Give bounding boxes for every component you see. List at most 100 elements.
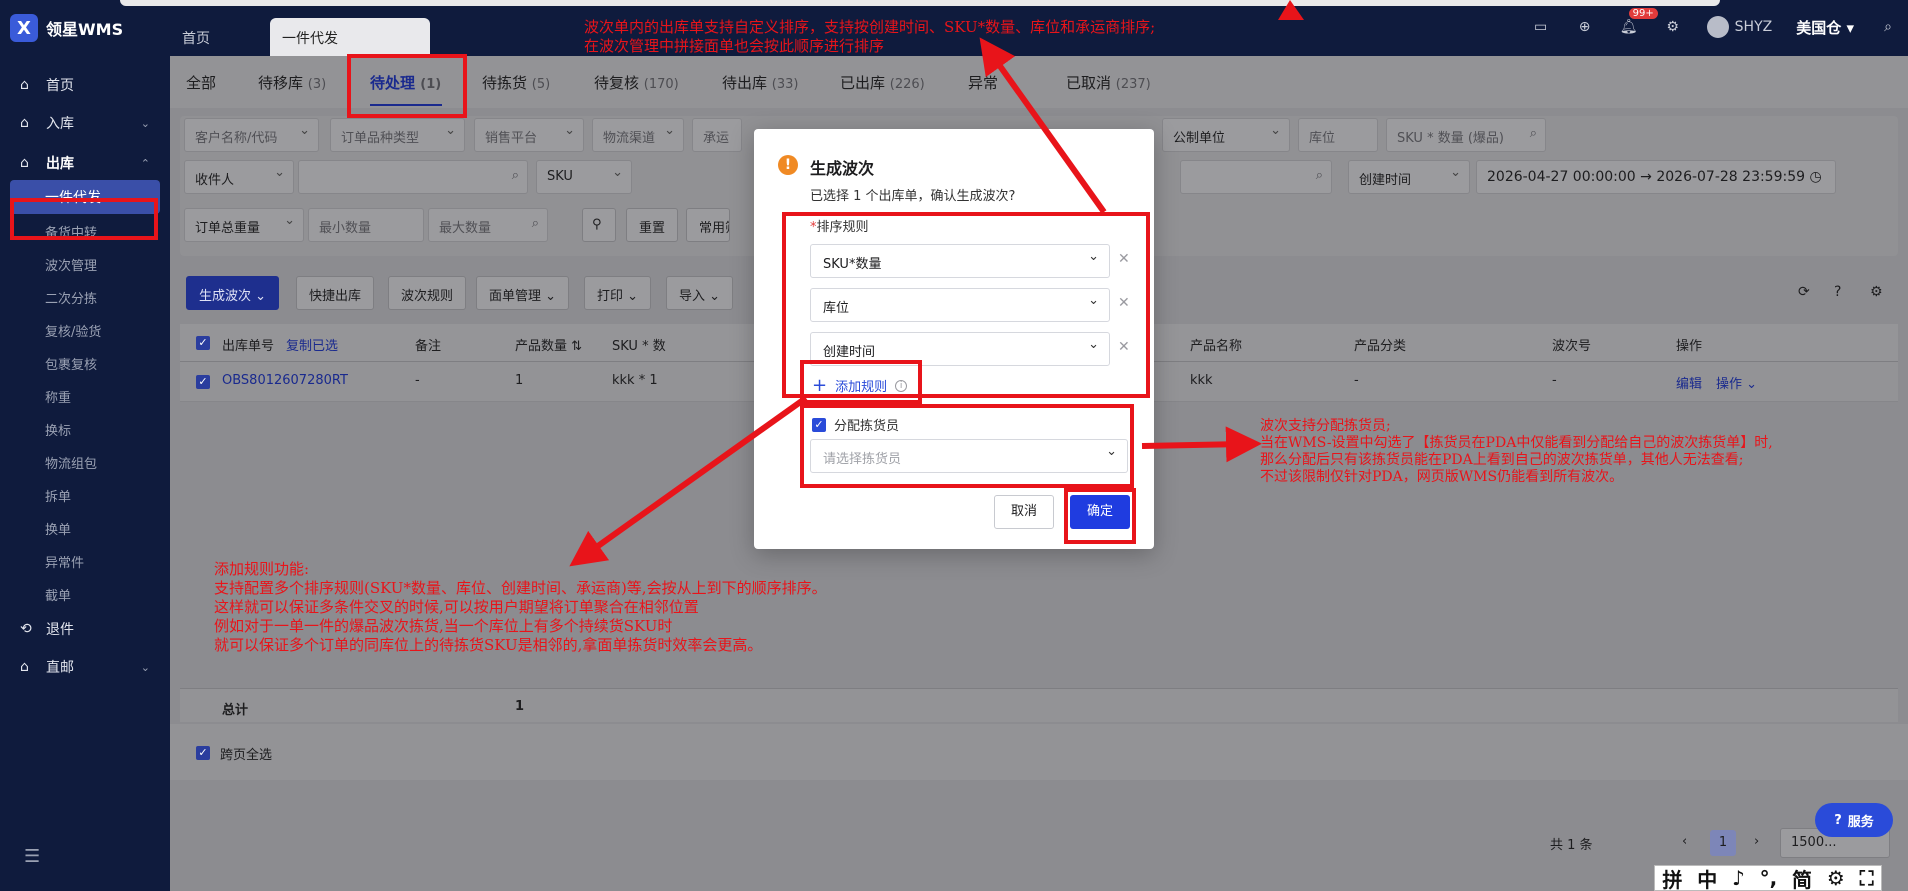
- sidebar-item-logistics-pack[interactable]: 物流组包: [0, 445, 170, 479]
- order-type-filter[interactable]: 订单品种类型: [330, 118, 465, 152]
- tab-label: 全部: [186, 74, 217, 92]
- sort-icon[interactable]: ⇅: [571, 339, 582, 354]
- tab-exception[interactable]: 异常: [968, 72, 998, 93]
- sku-qty-placeholder: SKU * 数量 (爆品): [1397, 131, 1504, 146]
- ime-chinese-icon[interactable]: 中: [1697, 864, 1717, 891]
- ime-moon-icon[interactable]: ♪: [1732, 866, 1745, 890]
- wave-rules-button[interactable]: 波次规则: [388, 276, 467, 310]
- sidebar-item-split[interactable]: 拆单: [0, 478, 170, 512]
- search-icon[interactable]: ⌕: [512, 168, 519, 183]
- sidebar-item-wave-mgmt[interactable]: 波次管理: [0, 247, 170, 281]
- gear-icon[interactable]: ⚙: [1663, 17, 1683, 37]
- reset-button[interactable]: 重置: [626, 208, 679, 242]
- ops-menu[interactable]: 操作 ⌄: [1716, 373, 1757, 392]
- ime-expand-icon[interactable]: ⛶: [1860, 866, 1874, 890]
- sidebar-item-direct-mail[interactable]: ⌂ 直邮 ⌄: [0, 650, 170, 684]
- sidebar-item-secondary-sort[interactable]: 二次分拣: [0, 280, 170, 314]
- col-qty[interactable]: 产品数量 ⇅: [515, 335, 582, 354]
- edit-link[interactable]: 编辑: [1676, 373, 1702, 392]
- select-all-checkbox[interactable]: ✓: [196, 336, 210, 350]
- generate-wave-button[interactable]: 生成波次 ⌄: [186, 276, 280, 310]
- recipient-input[interactable]: ⌕: [298, 160, 528, 194]
- sidebar-item-outbound[interactable]: ⌂ 出库 ⌃: [0, 146, 170, 180]
- warehouse-label: 美国仓: [1796, 18, 1842, 37]
- tab-to-ship[interactable]: 待出库 (33): [722, 72, 798, 93]
- sidebar-item-relabel[interactable]: 换标: [0, 412, 170, 446]
- time-type-filter[interactable]: 创建时间: [1348, 160, 1470, 194]
- user-menu[interactable]: SHYZ: [1706, 16, 1772, 38]
- sidebar-item-review[interactable]: 复核/验货: [0, 313, 170, 347]
- label-mgmt-label: 面单管理: [489, 289, 542, 304]
- label-mgmt-button[interactable]: 面单管理 ⌄: [476, 276, 570, 310]
- download-icon[interactable]: ⊕: [1575, 17, 1595, 37]
- tab-cancelled[interactable]: 已取消 (237): [1066, 72, 1151, 93]
- location-filter[interactable]: 库位: [1298, 118, 1378, 152]
- search-icon[interactable]: ⌕: [532, 216, 539, 231]
- common-filters-button[interactable]: 常用筛: [686, 208, 730, 242]
- filter-icon[interactable]: ⚲: [582, 208, 616, 242]
- search-icon[interactable]: ⌕: [1316, 168, 1323, 183]
- bell-icon[interactable]: 🔔︎ 99+: [1619, 8, 1658, 37]
- sidebar-item-home[interactable]: ⌂ 首页: [0, 68, 170, 102]
- tab-shipped[interactable]: 已出库 (226): [840, 72, 925, 93]
- cross-page-checkbox[interactable]: ✓: [196, 746, 210, 760]
- tab-to-review[interactable]: 待复核 (170): [594, 72, 679, 93]
- import-button[interactable]: 导入 ⌄: [666, 276, 734, 310]
- sidebar-item-returns[interactable]: ⟲ 退件: [0, 612, 170, 646]
- tab-dropship[interactable]: 一件代发: [270, 18, 430, 56]
- copy-selected-link[interactable]: 复制已选: [286, 335, 338, 354]
- settings-icon[interactable]: ⚙: [1870, 284, 1883, 300]
- order-no-link[interactable]: OBS8012607280RT: [222, 373, 348, 388]
- max-qty-placeholder: 最大数量: [439, 221, 492, 236]
- tab-pending-move[interactable]: 待移库 (3): [258, 72, 326, 93]
- return-icon: ⟲: [20, 621, 32, 637]
- sku-qty-filter[interactable]: SKU * 数量 (爆品) ⌕: [1386, 118, 1546, 152]
- search-icon[interactable]: ⌕: [1530, 126, 1537, 141]
- sidebar-item-intercept[interactable]: 截单: [0, 577, 170, 611]
- weight-filter[interactable]: 订单总重量: [184, 208, 304, 242]
- sku-input[interactable]: ⌕: [1180, 160, 1332, 194]
- help-icon[interactable]: ?: [1834, 284, 1841, 300]
- platform-filter[interactable]: 销售平台: [474, 118, 584, 152]
- sku-filter[interactable]: SKU: [536, 160, 632, 194]
- sidebar-item-swap[interactable]: 换单: [0, 511, 170, 545]
- tab-home[interactable]: 首页: [170, 18, 222, 56]
- carrier-filter[interactable]: 承运: [692, 118, 742, 152]
- print-button[interactable]: 打印 ⌄: [584, 276, 652, 310]
- next-page-icon[interactable]: ›: [1754, 834, 1759, 849]
- ime-pinyin-icon[interactable]: 拼: [1662, 864, 1682, 891]
- collapse-menu-icon[interactable]: ☰: [24, 846, 40, 867]
- quick-out-button[interactable]: 快捷出库: [296, 276, 375, 310]
- recipient-filter[interactable]: 收件人: [184, 160, 294, 194]
- tab-count: (237): [1115, 77, 1151, 92]
- warehouse-selector[interactable]: 美国仓 ▾: [1796, 17, 1854, 38]
- sidebar-item-inbound[interactable]: ⌂ 入库 ⌄: [0, 106, 170, 140]
- notification-badge: 99+: [1628, 8, 1658, 19]
- min-qty-input[interactable]: 最小数量: [308, 208, 424, 242]
- sidebar-item-package-review[interactable]: 包裹复核: [0, 346, 170, 380]
- ime-simplified-icon[interactable]: 简: [1792, 864, 1812, 891]
- app-logo[interactable]: X 领星WMS: [10, 14, 123, 42]
- tab-all[interactable]: 全部: [186, 72, 216, 93]
- inbox-icon[interactable]: ▭: [1531, 17, 1551, 37]
- cancel-button[interactable]: 取消: [994, 495, 1054, 529]
- row-checkbox[interactable]: ✓: [196, 375, 210, 389]
- refresh-icon[interactable]: ⟳: [1798, 284, 1810, 300]
- max-qty-input[interactable]: 最大数量 ⌕: [428, 208, 548, 242]
- page-number[interactable]: 1: [1710, 830, 1736, 856]
- service-button[interactable]: ? 服务: [1815, 803, 1893, 837]
- search-icon[interactable]: ⌕: [1878, 17, 1898, 37]
- annotation-line: 波次单内的出库单支持自定义排序，支持按创建时间、SKU*数量、库位和承运商排序;: [584, 18, 1156, 36]
- col-note: 备注: [415, 339, 442, 354]
- sidebar-item-exception[interactable]: 异常件: [0, 544, 170, 578]
- ime-settings-icon[interactable]: ⚙: [1827, 866, 1845, 890]
- unit-filter[interactable]: 公制单位: [1162, 118, 1290, 152]
- cell-product-name: kkk: [1190, 373, 1213, 388]
- channel-filter[interactable]: 物流渠道: [592, 118, 684, 152]
- ime-punct-icon[interactable]: °,: [1760, 866, 1778, 890]
- prev-page-icon[interactable]: ‹: [1682, 834, 1687, 849]
- tab-to-pick[interactable]: 待拣货 (5): [482, 72, 550, 93]
- customer-filter[interactable]: 客户名称/代码: [184, 118, 319, 152]
- sidebar-item-weigh[interactable]: 称重: [0, 379, 170, 413]
- date-range-picker[interactable]: 2026-04-27 00:00:00 → 2026-07-28 23:59:5…: [1476, 160, 1836, 194]
